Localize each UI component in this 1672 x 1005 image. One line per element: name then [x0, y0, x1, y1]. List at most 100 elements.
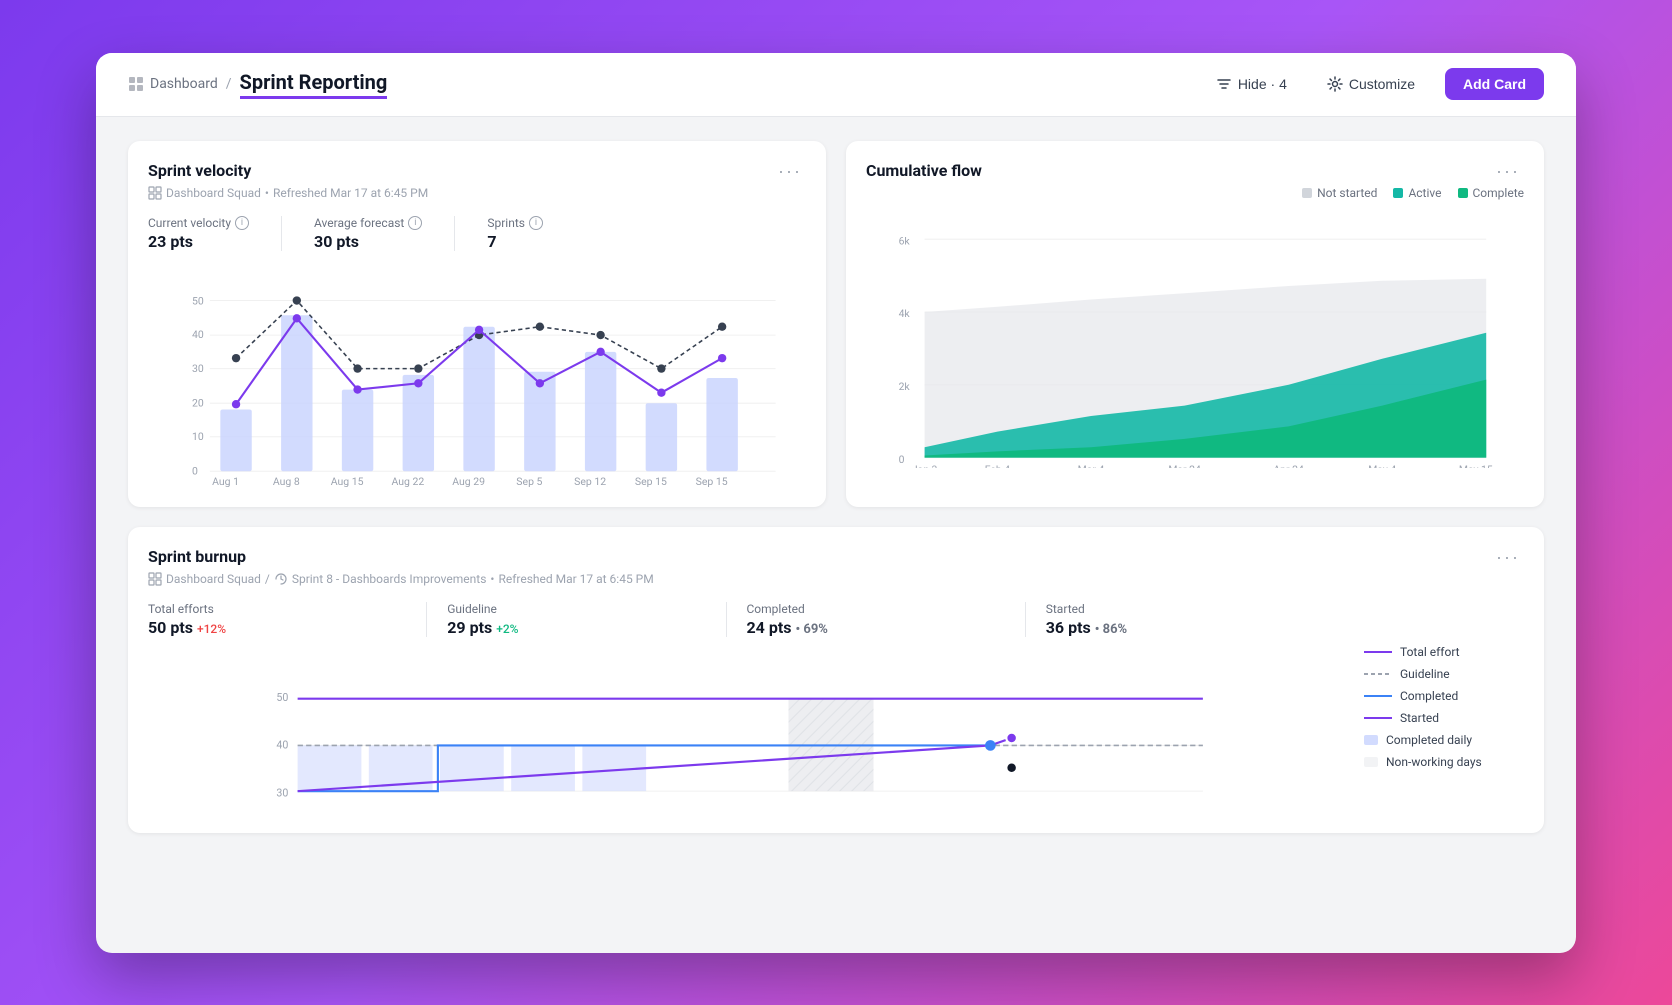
info-icon-forecast[interactable]: i — [408, 216, 422, 230]
svg-text:50: 50 — [276, 690, 288, 703]
sprint-velocity-stats: Current velocity i 23 pts Average foreca… — [148, 216, 806, 251]
svg-text:6k: 6k — [899, 234, 911, 247]
sprint-icon — [274, 572, 288, 586]
svg-text:Sep 15: Sep 15 — [635, 474, 667, 486]
burnup-chart-svg: 30 40 50 — [148, 653, 1344, 823]
burnup-stat-guideline: Guideline 29 pts +2% — [447, 602, 726, 637]
customize-button[interactable]: Customize — [1317, 70, 1425, 98]
burnup-completed-value: 24 pts • 69% — [747, 618, 1005, 637]
svg-text:May 4: May 4 — [1368, 463, 1396, 468]
svg-text:20: 20 — [192, 396, 204, 409]
svg-text:Sep 12: Sep 12 — [574, 474, 606, 486]
svg-text:40: 40 — [276, 738, 288, 751]
burnup-header: Sprint burnup ··· — [148, 547, 1524, 568]
svg-text:Aug 22: Aug 22 — [391, 474, 424, 486]
cumulative-flow-more-button[interactable]: ··· — [1492, 161, 1524, 182]
cumulative-flow-legend: Not started Active Complete — [866, 186, 1524, 200]
burnup-more-button[interactable]: ··· — [1492, 547, 1524, 568]
cumulative-chart-svg: 0 2k 4k 6k — [866, 208, 1524, 468]
legend-complete: Complete — [1458, 186, 1525, 200]
burnup-legend-total-effort: Total effort — [1364, 645, 1524, 659]
top-cards-row: Sprint velocity ··· Dashboard Squad • Re… — [128, 141, 1544, 507]
burnup-total-value: 50 pts +12% — [148, 618, 406, 637]
app-container: Dashboard / Sprint Reporting Hide · 4 Cu… — [96, 53, 1576, 953]
burnup-legend-completed: Completed — [1364, 689, 1524, 703]
main-content: Sprint velocity ··· Dashboard Squad • Re… — [96, 117, 1576, 857]
svg-text:Aug 8: Aug 8 — [273, 474, 300, 486]
header-actions: Hide · 4 Customize Add Card — [1206, 68, 1544, 100]
hide-icon — [1216, 76, 1232, 92]
burnup-squad-icon — [148, 572, 162, 586]
header: Dashboard / Sprint Reporting Hide · 4 Cu… — [96, 53, 1576, 117]
breadcrumb-separator: / — [226, 76, 232, 92]
sprint-velocity-more-button[interactable]: ··· — [774, 161, 806, 182]
guideline-line-icon — [1364, 668, 1392, 680]
legend-active: Active — [1393, 186, 1441, 200]
legend-dot-not-started — [1302, 188, 1312, 198]
svg-text:0: 0 — [899, 452, 905, 465]
info-icon-sprints[interactable]: i — [529, 216, 543, 230]
burnup-total-change: +12% — [197, 622, 226, 636]
legend-not-started: Not started — [1302, 186, 1377, 200]
add-card-button[interactable]: Add Card — [1445, 68, 1544, 100]
sprint-velocity-header: Sprint velocity ··· — [148, 161, 806, 182]
burnup-chart-area: 30 40 50 — [148, 653, 1344, 813]
cumulative-flow-card: Cumulative flow ··· Not started Active — [846, 141, 1544, 507]
legend-dot-active — [1393, 188, 1403, 198]
completed-daily-box-icon — [1364, 735, 1378, 745]
cumulative-flow-header: Cumulative flow ··· — [866, 161, 1524, 182]
info-icon-velocity[interactable]: i — [235, 216, 249, 230]
velocity-chart-area: 0 10 20 30 40 50 — [148, 267, 806, 487]
hide-label: Hide · 4 — [1238, 76, 1287, 92]
burnup-stats-row: Total efforts 50 pts +12% Guideline 29 p… — [148, 602, 1344, 637]
stat-divider-2 — [454, 216, 455, 251]
total-effort-line-icon — [1364, 646, 1392, 658]
gear-icon — [1327, 76, 1343, 92]
stat-current-velocity: Current velocity i 23 pts — [148, 216, 249, 251]
burnup-subtitle: Dashboard Squad / Sprint 8 - Dashboards … — [148, 572, 1524, 586]
burnup-content: Total efforts 50 pts +12% Guideline 29 p… — [148, 602, 1524, 813]
page-title: Sprint Reporting — [240, 70, 388, 99]
customize-label: Customize — [1349, 76, 1415, 92]
burnup-left: Total efforts 50 pts +12% Guideline 29 p… — [148, 602, 1344, 813]
hide-button[interactable]: Hide · 4 — [1206, 70, 1297, 98]
burnup-guideline-value: 29 pts +2% — [447, 618, 705, 637]
svg-text:Sep 5: Sep 5 — [516, 474, 542, 486]
burnup-legend-non-working: Non-working days — [1364, 755, 1524, 769]
sprint-burnup-card: Sprint burnup ··· Dashboard Squad / Spri… — [128, 527, 1544, 833]
dashboard-link[interactable]: Dashboard — [128, 76, 218, 92]
burnup-stat-total: Total efforts 50 pts +12% — [148, 602, 427, 637]
svg-text:Feb 4: Feb 4 — [985, 463, 1011, 468]
velocity-chart-svg: 0 10 20 30 40 50 — [148, 267, 806, 487]
sprint-velocity-subtitle: Dashboard Squad • Refreshed Mar 17 at 6:… — [148, 186, 806, 200]
burnup-guideline-change: +2% — [496, 622, 518, 636]
dashboard-icon — [128, 76, 144, 92]
svg-text:50: 50 — [192, 294, 204, 307]
svg-text:0: 0 — [192, 464, 198, 477]
squad-icon — [148, 186, 162, 200]
svg-text:Mar 24: Mar 24 — [1168, 463, 1201, 468]
burnup-title: Sprint burnup — [148, 547, 246, 566]
burnup-legend-started: Started — [1364, 711, 1524, 725]
svg-text:Aug 29: Aug 29 — [452, 474, 485, 486]
svg-text:Mar 4: Mar 4 — [1078, 463, 1105, 468]
svg-text:40: 40 — [192, 328, 204, 341]
svg-text:Apr 24: Apr 24 — [1273, 463, 1304, 468]
sprint-velocity-title: Sprint velocity — [148, 161, 251, 180]
burnup-stat-started: Started 36 pts • 86% — [1046, 602, 1324, 637]
svg-text:30: 30 — [192, 361, 204, 374]
svg-text:2k: 2k — [899, 380, 911, 393]
stat-avg-forecast: Average forecast i 30 pts — [314, 216, 422, 251]
legend-dot-complete — [1458, 188, 1468, 198]
stat-divider-1 — [281, 216, 282, 251]
completed-line-icon — [1364, 690, 1392, 702]
svg-text:Aug 1: Aug 1 — [212, 474, 239, 486]
burnup-legend-completed-daily: Completed daily — [1364, 733, 1524, 747]
non-working-box-icon — [1364, 757, 1378, 767]
cumulative-flow-title: Cumulative flow — [866, 161, 982, 180]
stat-sprints-value: 7 — [487, 232, 543, 251]
stat-sprints: Sprints i 7 — [487, 216, 543, 251]
started-line-icon — [1364, 712, 1392, 724]
svg-text:Jan 3: Jan 3 — [912, 463, 938, 468]
burnup-stat-completed: Completed 24 pts • 69% — [747, 602, 1026, 637]
